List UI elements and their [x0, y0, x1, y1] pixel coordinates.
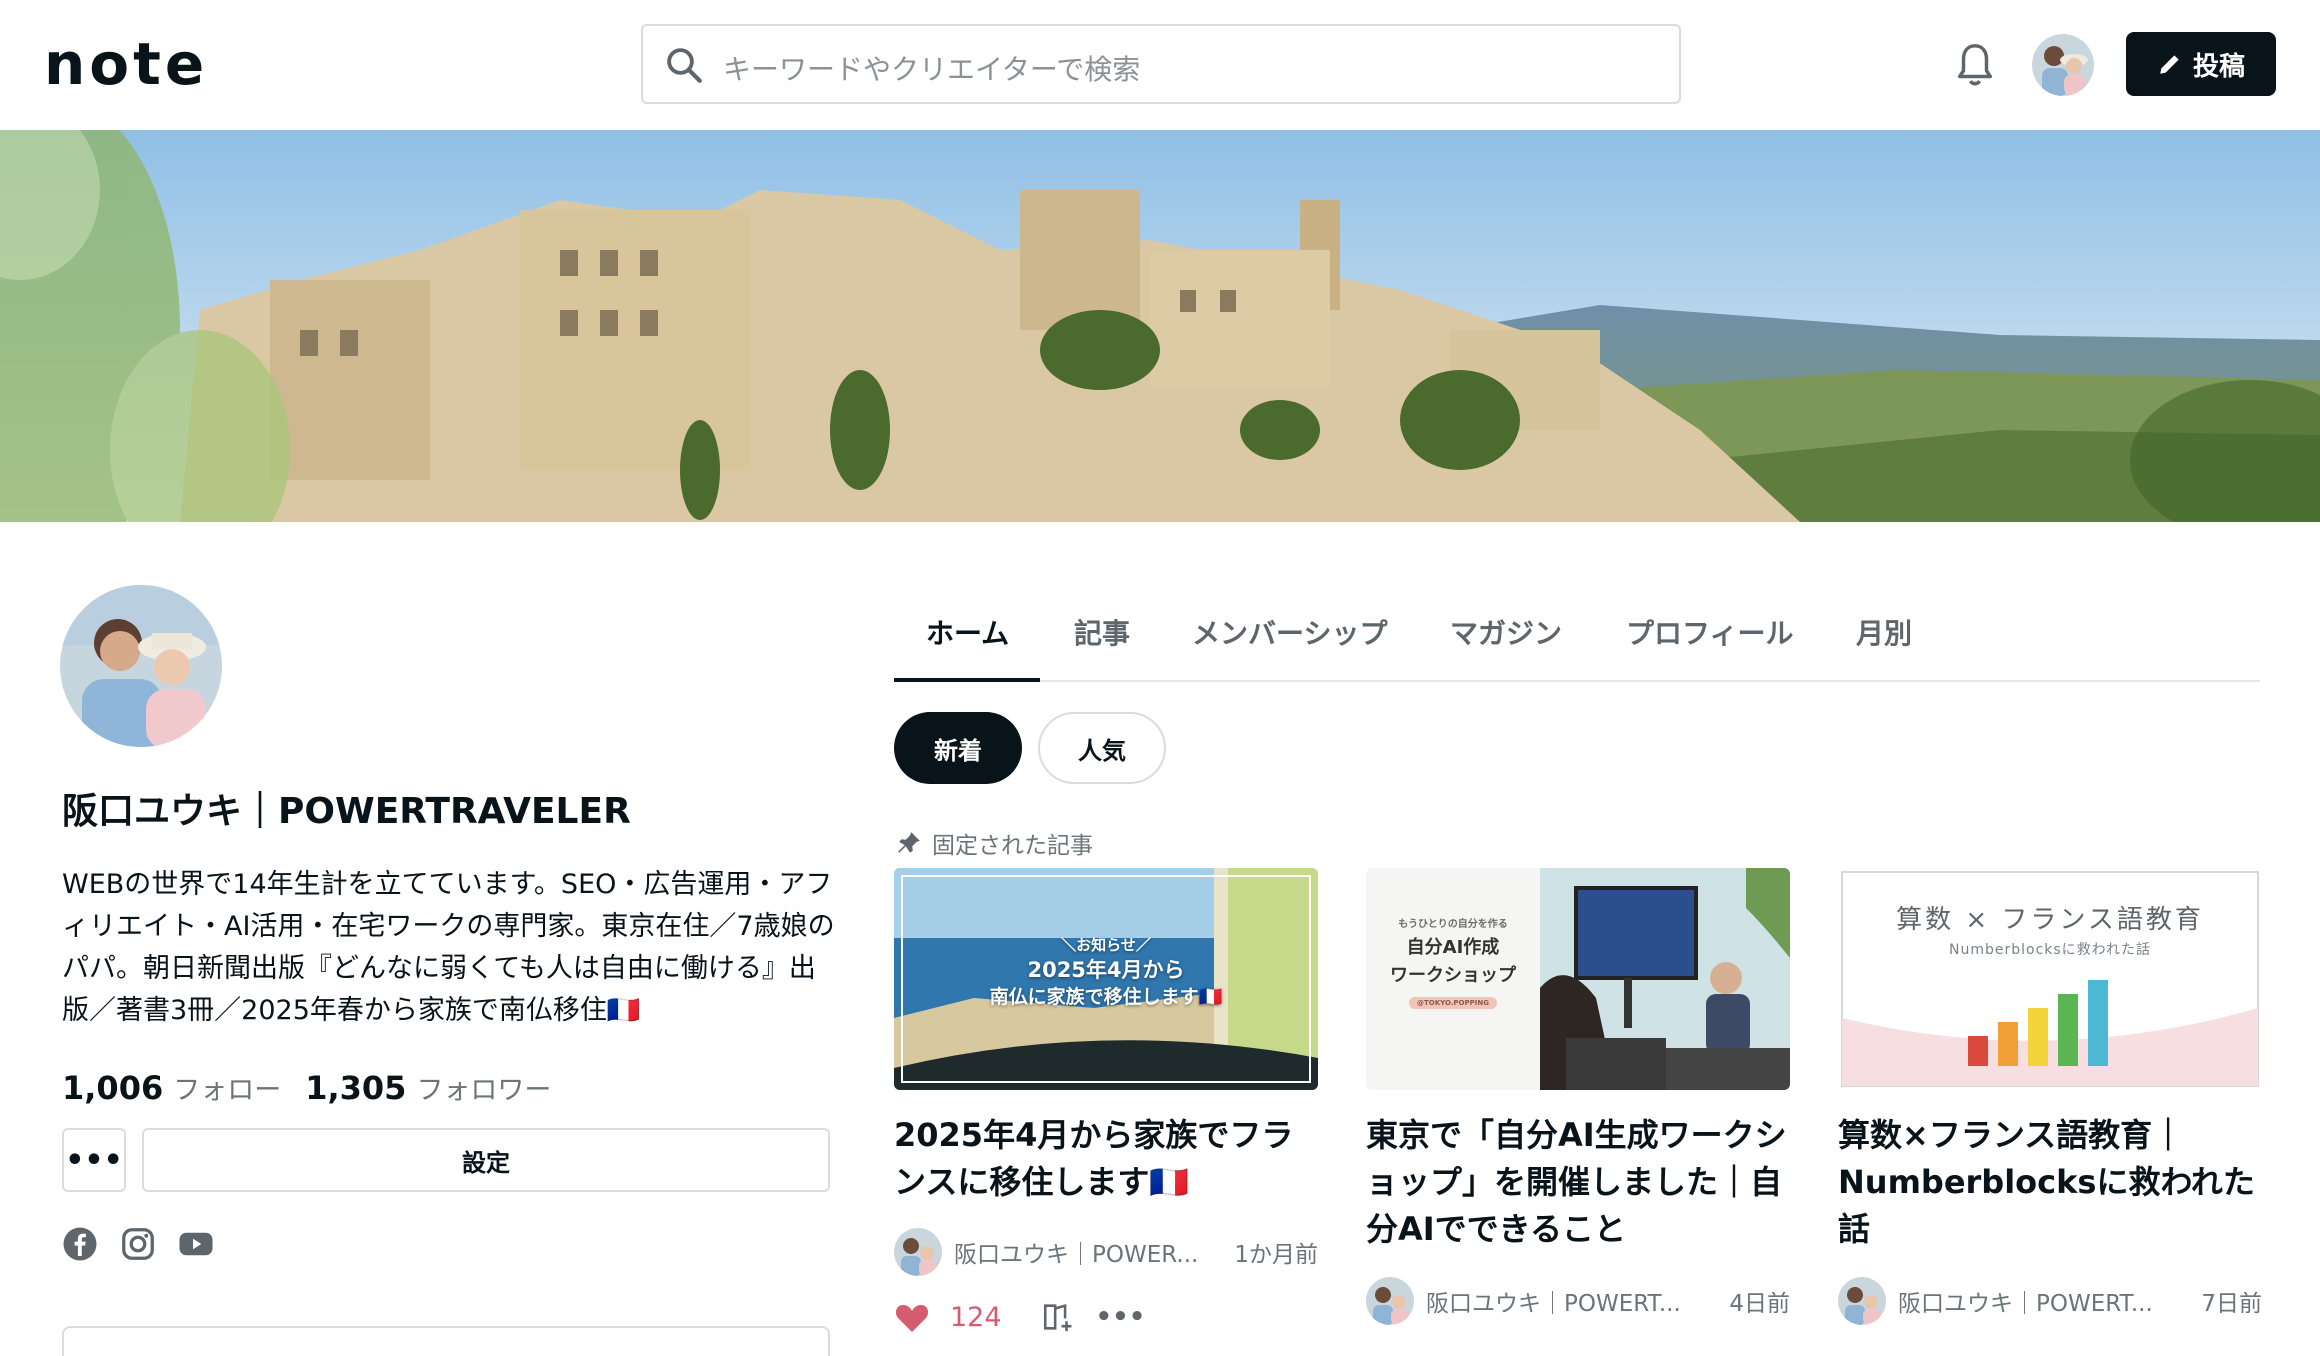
- active-tab-indicator: [894, 678, 1040, 682]
- filter-popular[interactable]: 人気: [1038, 712, 1166, 784]
- article-title[interactable]: 算数×フランス語教育｜Numberblocksに救われた話: [1838, 1112, 2262, 1253]
- article-meta: 阪口ユウキ｜POWER... 1か月前: [894, 1228, 1318, 1276]
- thumb-notice: ＼お知らせ／: [1061, 936, 1151, 954]
- follower-count[interactable]: 1,305: [305, 1069, 406, 1107]
- search-icon: [667, 48, 702, 83]
- profile-banner: [0, 130, 2320, 522]
- search-input[interactable]: キーワードやクリエイターで検索: [723, 48, 1140, 88]
- more-button[interactable]: •••: [62, 1128, 126, 1192]
- pen-icon: [2160, 55, 2179, 74]
- youtube-icon[interactable]: [178, 1226, 214, 1262]
- profile-tabs: ホーム 記事 メンバーシップ マガジン プロフィール 月別: [894, 590, 2260, 682]
- header: note キーワードやクリエイターで検索 投稿: [0, 0, 2320, 130]
- thumb-subheadline: Numberblocksに救われた話: [1949, 942, 2151, 958]
- banner-image: [0, 130, 2320, 522]
- search-box[interactable]: キーワードやクリエイターで検索: [641, 24, 1681, 104]
- profile-name: 阪口ユウキ｜POWERTRAVELER: [62, 791, 631, 832]
- instagram-icon[interactable]: [120, 1226, 156, 1262]
- article-actions: 124 •••: [894, 1300, 1318, 1334]
- article-title[interactable]: 2025年4月から家族でフランスに移住します🇫🇷: [894, 1112, 1318, 1206]
- social-links: [62, 1226, 214, 1262]
- sidebar-box: [62, 1326, 830, 1356]
- follow-stats: 1,006 フォロー 1,305 フォロワー: [62, 1068, 565, 1107]
- tab-magazine[interactable]: マガジン: [1450, 612, 1562, 652]
- thumb-headline: 2025年4月から: [1027, 958, 1185, 982]
- article-thumbnail[interactable]: 算数 × フランス語教育 Numberblocksに救われた話: [1838, 868, 2262, 1090]
- author-name[interactable]: 阪口ユウキ｜POWERT...: [1898, 1284, 2189, 1318]
- thumb-tag: @TOKYO.POPPING: [1409, 997, 1497, 1009]
- article-card[interactable]: 算数 × フランス語教育 Numberblocksに救われた話 算数×フランス語…: [1838, 868, 2262, 1325]
- tab-monthly[interactable]: 月別: [1856, 612, 1912, 652]
- pin-icon: [898, 832, 920, 853]
- post-button-label: 投稿: [2192, 51, 2245, 82]
- tab-profile[interactable]: プロフィール: [1626, 612, 1793, 652]
- tab-home[interactable]: ホーム: [926, 612, 1009, 652]
- thumb-tagline: もうひとりの自分を作る: [1398, 919, 1508, 930]
- article-thumbnail[interactable]: ＼お知らせ／ 2025年4月から 南仏に家族で移住します🇫🇷: [894, 868, 1318, 1090]
- article-card[interactable]: ＼お知らせ／ 2025年4月から 南仏に家族で移住します🇫🇷 2025年4月から…: [894, 868, 1318, 1334]
- tab-articles[interactable]: 記事: [1074, 612, 1130, 652]
- filter-new[interactable]: 新着: [894, 712, 1022, 784]
- like-count[interactable]: 124: [950, 1302, 1002, 1333]
- article-title[interactable]: 東京で「自分AI生成ワークショップ」を開催しました｜自分AIでできること: [1366, 1112, 1790, 1253]
- article-meta: 阪口ユウキ｜POWERT... 7日前: [1838, 1277, 2262, 1325]
- profile-avatar[interactable]: [60, 585, 222, 747]
- thumb-subheadline: ワークショップ: [1390, 965, 1516, 986]
- settings-button[interactable]: 設定: [142, 1128, 830, 1192]
- author-name[interactable]: 阪口ユウキ｜POWER...: [954, 1235, 1222, 1269]
- pinned-heading: 固定された記事: [896, 826, 1093, 860]
- header-avatar[interactable]: [2032, 34, 2094, 96]
- follow-label[interactable]: フォロー: [173, 1068, 281, 1107]
- heart-icon[interactable]: [894, 1300, 930, 1334]
- tab-membership[interactable]: メンバーシップ: [1192, 612, 1387, 652]
- article-card[interactable]: もうひとりの自分を作る 自分AI作成 ワークショップ @TOKYO.POPPIN…: [1366, 868, 1790, 1325]
- article-thumbnail[interactable]: もうひとりの自分を作る 自分AI作成 ワークショップ @TOKYO.POPPIN…: [1366, 868, 1790, 1090]
- bell-icon[interactable]: [1952, 40, 1998, 90]
- article-more-icon[interactable]: •••: [1096, 1302, 1146, 1332]
- magazine-add-icon[interactable]: [1040, 1300, 1076, 1334]
- author-avatar[interactable]: [1838, 1277, 1886, 1325]
- thumb-subheadline: 南仏に家族で移住します🇫🇷: [989, 986, 1223, 1008]
- author-name[interactable]: 阪口ユウキ｜POWERT...: [1426, 1284, 1717, 1318]
- profile-bio: WEBの世界で14年生計を立てています。SEO・広告運用・アフィリエイト・AI活…: [62, 869, 835, 1026]
- follow-count[interactable]: 1,006: [62, 1069, 163, 1107]
- article-time: 7日前: [2201, 1291, 2262, 1317]
- author-avatar[interactable]: [1366, 1277, 1414, 1325]
- note-logo[interactable]: note: [44, 34, 208, 94]
- facebook-icon[interactable]: [62, 1226, 98, 1262]
- follower-label[interactable]: フォロワー: [416, 1068, 551, 1107]
- pinned-label: 固定された記事: [932, 833, 1093, 859]
- article-time: 1か月前: [1234, 1242, 1318, 1268]
- thumb-headline: 自分AI作成: [1406, 937, 1500, 958]
- post-button[interactable]: 投稿: [2126, 32, 2276, 96]
- author-avatar[interactable]: [894, 1228, 942, 1276]
- article-time: 4日前: [1729, 1291, 1790, 1317]
- article-meta: 阪口ユウキ｜POWERT... 4日前: [1366, 1277, 1790, 1325]
- thumb-headline: 算数 × フランス語教育: [1896, 905, 2204, 935]
